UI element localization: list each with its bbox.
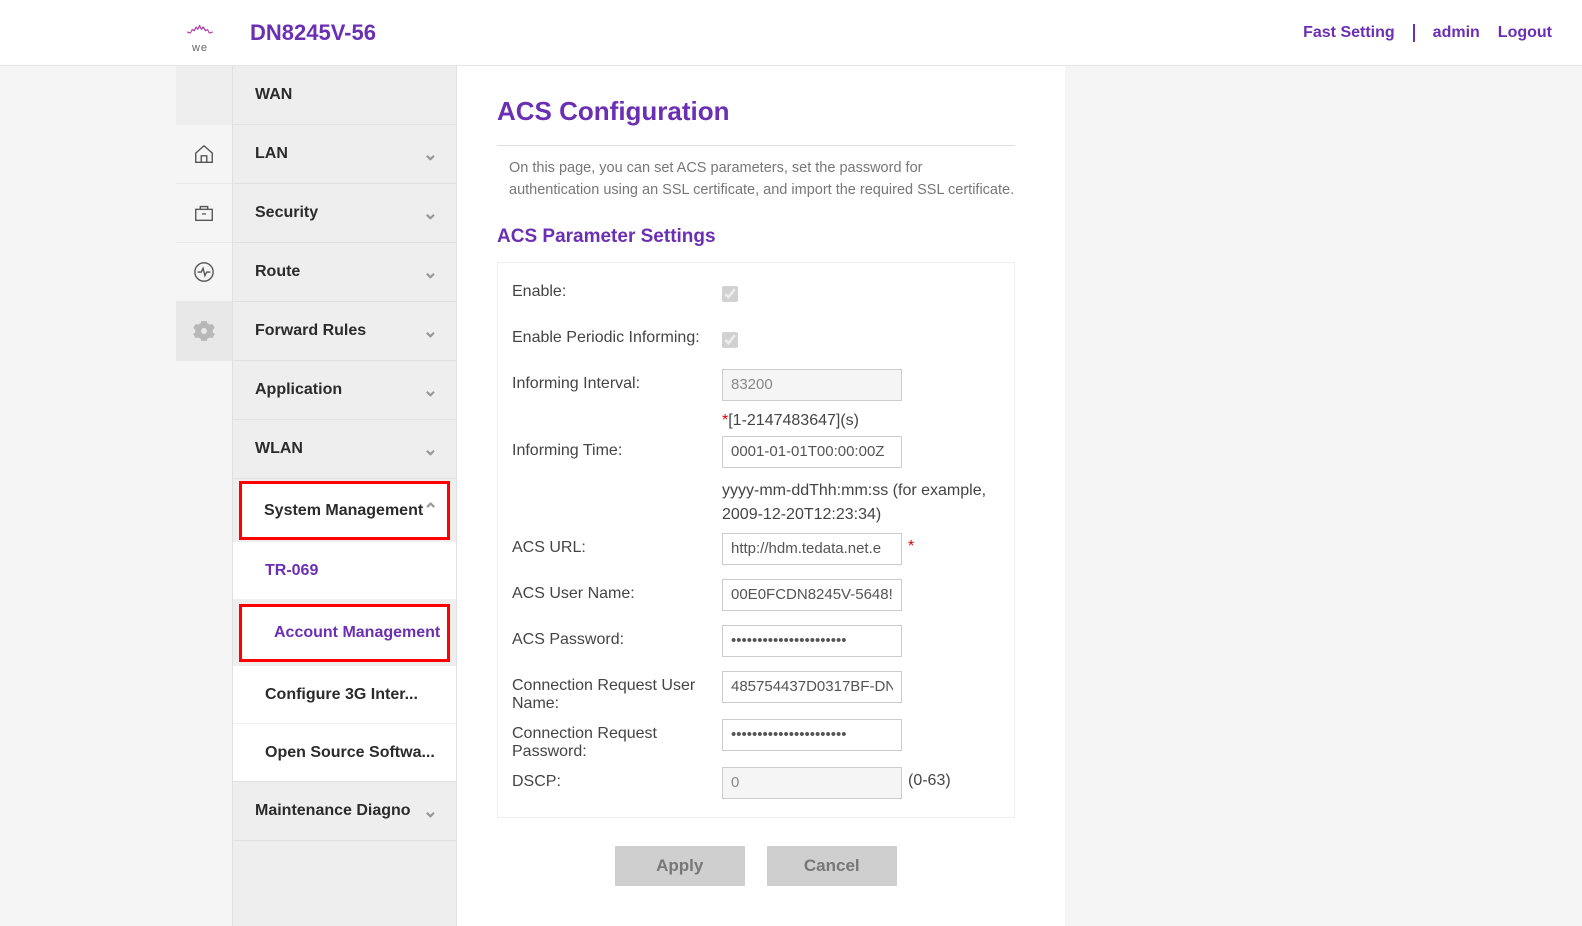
acs-url-input[interactable] [722,533,902,565]
header: ෴ we DN8245V-56 Fast Setting admin Logou… [0,0,1582,66]
content-area: ACS Configuration On this page, you can … [457,66,1065,926]
chevron-down-icon: ⌄ [423,439,438,460]
activity-icon[interactable] [176,243,232,302]
chevron-down-icon: ⌄ [423,321,438,342]
logout-link[interactable]: Logout [1498,24,1552,42]
chevron-down-icon: ⌄ [423,380,438,401]
label-conn-req-pass: Connection Request Password: [512,719,722,761]
hint-dscp: (0-63) [908,767,951,790]
label-dscp: DSCP: [512,767,722,791]
informing-interval-input[interactable] [722,369,902,401]
conn-req-user-input[interactable] [722,671,902,703]
enable-periodic-checkbox [722,332,738,348]
chevron-down-icon: ⌄ [423,801,438,822]
label-enable-periodic: Enable Periodic Informing: [512,323,722,347]
form-box: Enable: Enable Periodic Informing: Infor… [497,262,1015,818]
label-acs-url: ACS URL: [512,533,722,557]
required-star: * [908,533,914,556]
label-acs-pass: ACS Password: [512,625,722,649]
model-name: DN8245V-56 [250,20,376,46]
section-title: ACS Parameter Settings [497,226,1015,248]
highlight-system-management: System Management⌃ [239,481,450,540]
nav-item-application[interactable]: Application⌄ [233,361,456,420]
nav-item-maintenance[interactable]: Maintenance Diagno⌄ [233,782,456,841]
page-description: On this page, you can set ACS parameters… [497,158,1015,202]
nav-item-system-management[interactable]: System Management⌃ [242,484,447,537]
chevron-down-icon: ⌄ [423,262,438,283]
nav-item-forward-rules[interactable]: Forward Rules⌄ [233,302,456,361]
nav-sidebar: WAN LAN⌄ Security⌄ Route⌄ Forward Rules⌄… [232,66,457,926]
chevron-down-icon: ⌄ [423,144,438,165]
chevron-up-icon: ⌃ [423,500,438,521]
label-informing-time: Informing Time: [512,436,722,460]
nav-item-route[interactable]: Route⌄ [233,243,456,302]
label-conn-req-user: Connection Request User Name: [512,671,722,713]
home-icon[interactable] [176,125,232,184]
hint-informing-time: yyyy-mm-ddThh:mm:ss (for example, 2009-1… [722,474,1000,527]
toolbox-icon[interactable] [176,184,232,243]
chevron-down-icon: ⌄ [423,203,438,224]
label-enable: Enable: [512,277,722,301]
divider [1413,24,1415,42]
acs-user-input[interactable] [722,579,902,611]
dscp-input[interactable] [722,767,902,799]
conn-req-pass-input[interactable] [722,719,902,751]
hint-informing-interval: *[1-2147483647](s) [722,407,859,430]
nav-item-wlan[interactable]: WLAN⌄ [233,420,456,479]
page-title: ACS Configuration [497,96,1015,127]
admin-link[interactable]: admin [1433,24,1480,42]
divider [497,145,1015,146]
cancel-button[interactable]: Cancel [767,846,897,886]
subnav-open-source[interactable]: Open Source Softwa... [233,724,456,782]
apply-button[interactable]: Apply [615,846,745,886]
gear-icon[interactable] [176,302,232,361]
informing-time-input[interactable] [722,436,902,468]
icon-rail [176,66,232,926]
subnav-account-management[interactable]: Account Management [242,607,447,659]
subnav-configure-3g[interactable]: Configure 3G Inter... [233,666,456,724]
enable-checkbox [722,286,738,302]
highlight-account-management: Account Management [239,604,450,662]
nav-item-wan[interactable]: WAN [233,66,456,125]
label-informing-interval: Informing Interval: [512,369,722,393]
brand-logo: ෴ we [180,9,220,57]
subnav-tr069[interactable]: TR-069 [233,542,456,600]
nav-item-lan[interactable]: LAN⌄ [233,125,456,184]
nav-item-security[interactable]: Security⌄ [233,184,456,243]
fast-setting-link[interactable]: Fast Setting [1303,24,1395,42]
acs-pass-input[interactable] [722,625,902,657]
label-acs-user: ACS User Name: [512,579,722,603]
